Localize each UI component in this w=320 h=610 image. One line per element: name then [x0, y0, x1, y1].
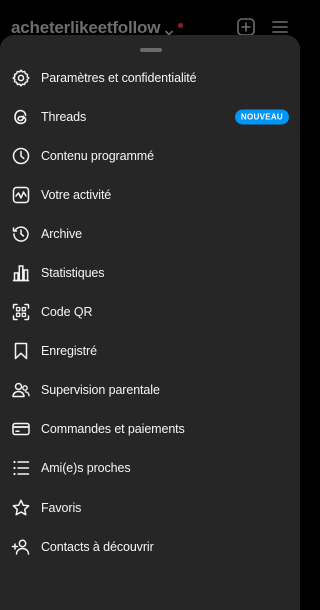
bar-chart-icon [11, 263, 31, 283]
chevron-down-icon [164, 23, 174, 36]
card-icon [11, 419, 31, 439]
menu-item-settings[interactable]: Paramètres et confidentialité [0, 58, 300, 97]
supervision-icon [11, 380, 31, 400]
menu-item-label: Votre activité [41, 187, 112, 202]
menu-item-discover-contacts[interactable]: Contacts à découvrir [0, 527, 300, 566]
bottom-sheet: Paramètres et confidentialité Threads NO… [0, 35, 300, 610]
add-person-icon [11, 537, 31, 557]
create-post-icon[interactable] [236, 17, 256, 37]
menu-item-label: Statistiques [41, 266, 105, 281]
menu-list: Paramètres et confidentialité Threads NO… [0, 58, 300, 566]
menu-item-saved[interactable]: Enregistré [0, 332, 300, 371]
menu-item-label: Paramètres et confidentialité [41, 70, 197, 85]
menu-item-scheduled-content[interactable]: Contenu programmé [0, 136, 300, 175]
menu-item-label: Commandes et paiements [41, 422, 185, 437]
clock-icon [11, 146, 31, 166]
menu-item-orders-payments[interactable]: Commandes et paiements [0, 410, 300, 449]
threads-icon [11, 107, 31, 127]
settings-icon [11, 68, 31, 88]
activity-icon [11, 185, 31, 205]
menu-item-close-friends[interactable]: Ami(e)s proches [0, 449, 300, 488]
menu-item-threads[interactable]: Threads NOUVEAU [0, 97, 300, 136]
menu-item-statistics[interactable]: Statistiques [0, 253, 300, 292]
menu-item-parental-supervision[interactable]: Supervision parentale [0, 371, 300, 410]
sheet-drag-handle[interactable] [140, 48, 162, 52]
menu-item-qr-code[interactable]: Code QR [0, 293, 300, 332]
menu-item-archive[interactable]: Archive [0, 214, 300, 253]
menu-item-label: Code QR [41, 305, 93, 320]
star-icon [11, 498, 31, 518]
archive-icon [11, 224, 31, 244]
menu-item-label: Threads [41, 109, 87, 124]
menu-item-label: Contenu programmé [41, 148, 154, 163]
qr-code-icon [11, 302, 31, 322]
new-badge: NOUVEAU [234, 109, 289, 125]
bookmark-icon [11, 341, 31, 361]
menu-item-label: Ami(e)s proches [41, 461, 131, 476]
menu-item-label: Favoris [41, 500, 82, 515]
notification-dot [178, 22, 184, 28]
menu-item-label: Archive [41, 226, 82, 241]
close-friends-icon [11, 458, 31, 478]
menu-item-favorites[interactable]: Favoris [0, 488, 300, 527]
hamburger-menu-icon[interactable] [270, 17, 290, 37]
menu-item-your-activity[interactable]: Votre activité [0, 175, 300, 214]
menu-item-label: Contacts à découvrir [41, 539, 154, 554]
menu-item-label: Enregistré [41, 344, 97, 359]
menu-item-label: Supervision parentale [41, 383, 160, 398]
